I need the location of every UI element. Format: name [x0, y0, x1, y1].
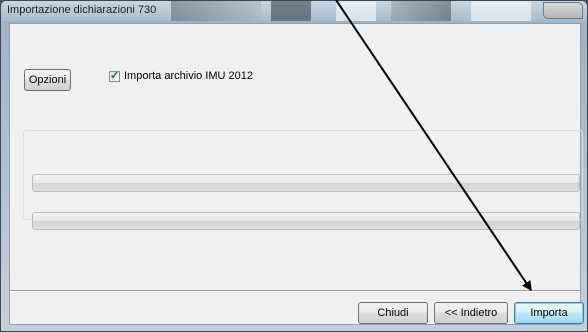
- annotation-arrow-line: [335, 0, 532, 292]
- annotation-arrow: [335, 0, 532, 292]
